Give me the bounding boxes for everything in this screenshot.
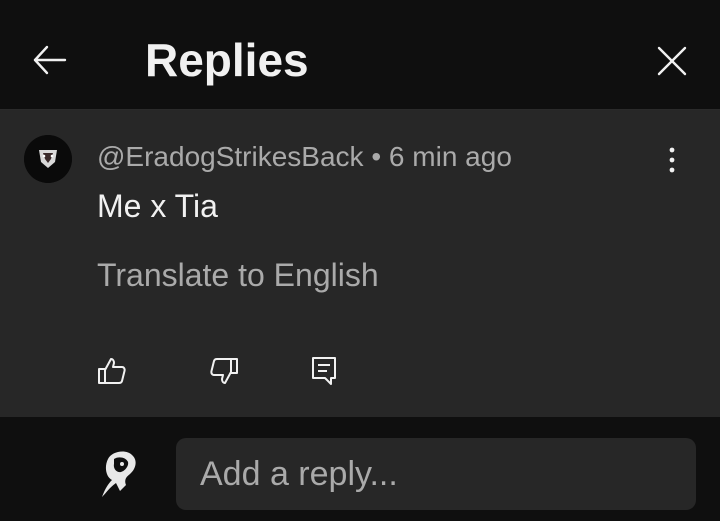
avatar[interactable] — [24, 135, 72, 183]
close-icon — [657, 46, 687, 76]
comment-time: 6 min ago — [388, 141, 512, 172]
reply-button[interactable] — [306, 353, 342, 389]
translate-link[interactable]: Translate to English — [97, 256, 379, 294]
more-vertical-icon — [669, 147, 675, 173]
dislike-button[interactable] — [206, 353, 242, 389]
meta-separator: • — [371, 141, 382, 172]
comment-author[interactable]: @EradogStrikesBack — [97, 141, 364, 172]
replies-panel: Replies @EradogStrikesBack • 6 min ago M… — [0, 0, 720, 521]
close-button[interactable] — [650, 39, 694, 83]
replies-header: Replies — [0, 0, 720, 110]
comment-card: @EradogStrikesBack • 6 min ago Me x Tia … — [0, 110, 720, 417]
arrow-left-icon — [33, 45, 67, 75]
comment-reply-icon — [312, 357, 336, 385]
reply-composer — [0, 417, 720, 521]
back-button[interactable] — [26, 37, 72, 83]
comment-text: Me x Tia — [97, 188, 218, 224]
more-options-button[interactable] — [656, 140, 688, 180]
reply-input[interactable] — [176, 438, 696, 510]
user-avatar — [96, 447, 142, 499]
user-avatar-image — [102, 451, 136, 497]
page-title: Replies — [145, 34, 309, 86]
thumbs-down-icon — [210, 358, 238, 384]
like-button[interactable] — [94, 353, 130, 389]
comment-meta: @EradogStrikesBack • 6 min ago — [97, 140, 512, 174]
avatar-image — [24, 135, 72, 183]
thumbs-up-icon — [98, 358, 126, 384]
